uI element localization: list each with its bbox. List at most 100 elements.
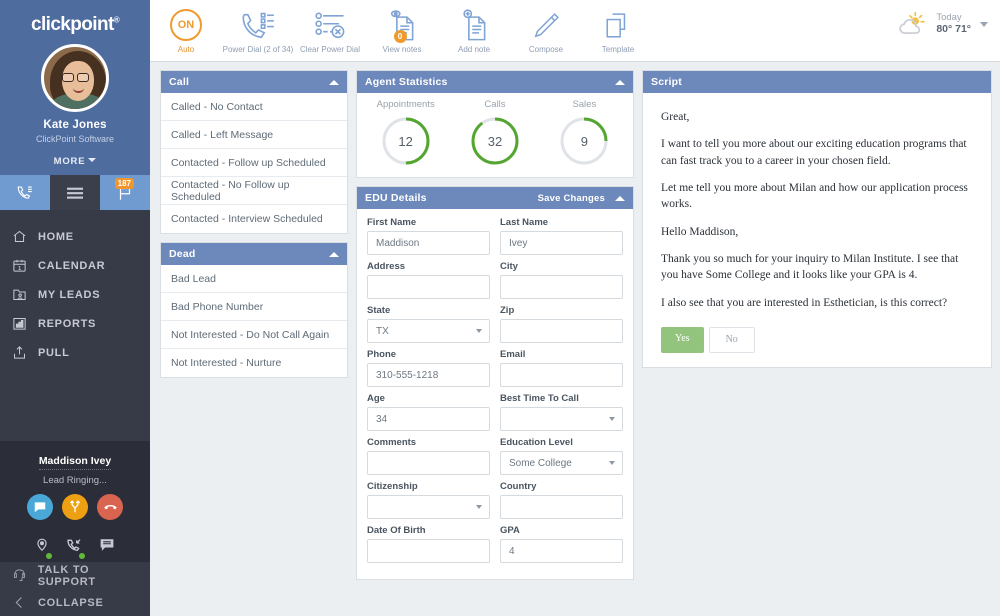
sidebar-bottom-nav: TALK TO SUPPORT COLLAPSE (0, 562, 150, 616)
select-citizenship[interactable] (367, 495, 490, 519)
sidebar-item-reports[interactable]: REPORTS (0, 309, 150, 338)
stat-label: Sales (572, 99, 597, 110)
input-date-of-birth[interactable] (367, 539, 490, 563)
agent-statistics-header: Agent Statistics (357, 71, 633, 93)
sidebar-item-collapse[interactable]: COLLAPSE (0, 589, 150, 616)
input-phone[interactable]: 310-555-1218 (367, 363, 490, 387)
sidebar-item-pull[interactable]: PULL (0, 338, 150, 367)
form-field: State TX (367, 305, 490, 343)
list-item[interactable]: Contacted - No Follow up Scheduled (161, 177, 347, 205)
transfer-icon (69, 500, 81, 513)
calendar-icon: 1 (12, 258, 38, 273)
incoming-call-icon (67, 538, 81, 551)
input-city[interactable] (500, 275, 623, 299)
input-address[interactable] (367, 275, 490, 299)
support-icon (12, 568, 38, 583)
sms-icon (34, 502, 46, 513)
gauge-appointments: 12 (380, 115, 432, 167)
list-item[interactable]: Bad Phone Number (161, 293, 347, 321)
edu-details-panel: EDU Details Save Changes First Name Maddi… (356, 186, 634, 580)
stat-label: Appointments (376, 99, 435, 110)
save-changes-button[interactable]: Save Changes (538, 193, 605, 204)
auto-dial-toggle[interactable]: ON Auto (150, 7, 222, 54)
chevron-down-icon[interactable] (980, 21, 988, 27)
template-button[interactable]: Template (582, 7, 654, 54)
chat-status[interactable] (99, 538, 115, 557)
user-name: Kate Jones (43, 119, 107, 131)
select-education-level[interactable]: Some College (500, 451, 623, 475)
input-email[interactable] (500, 363, 623, 387)
compose-button[interactable]: Compose (510, 7, 582, 54)
sidebar-item-my-leads[interactable]: MY LEADS (0, 280, 150, 309)
call-control-buttons (0, 494, 150, 520)
power-dial-button[interactable]: Power Dial (2 of 34) (222, 7, 294, 54)
list-item[interactable]: Called - Left Message (161, 121, 347, 149)
field-label: Email (500, 349, 526, 360)
select-state[interactable]: TX (367, 319, 490, 343)
list-item[interactable]: Bad Lead (161, 265, 347, 293)
field-label: Best Time To Call (500, 393, 579, 404)
sms-button[interactable] (27, 494, 53, 520)
sidebar-item-talk-to-support[interactable]: TALK TO SUPPORT (0, 562, 150, 589)
incoming-call-status[interactable] (66, 537, 85, 559)
toolbar-label-compose: Compose (528, 45, 564, 54)
dialer-tab[interactable] (0, 175, 50, 210)
sidebar-item-home[interactable]: HOME (0, 222, 150, 251)
add-note-button[interactable]: Add note (438, 7, 510, 54)
collapse-caret-icon[interactable] (329, 251, 339, 257)
no-button[interactable]: No (708, 326, 755, 354)
collapse-caret-icon[interactable] (615, 79, 625, 85)
yes-button[interactable]: Yes (661, 326, 704, 354)
script-body: Great, I want to tell you more about our… (643, 93, 991, 367)
more-toggle[interactable]: MORE (0, 156, 150, 167)
dead-panel-title: Dead (169, 248, 196, 260)
stat-appointments: Appointments 12 (361, 99, 450, 167)
field-label: Last Name (500, 217, 549, 228)
list-item[interactable]: Contacted - Follow up Scheduled (161, 149, 347, 177)
toolbar-label-add-note: Add note (457, 45, 491, 54)
input-gpa[interactable]: 4 (500, 539, 623, 563)
input-age[interactable]: 34 (367, 407, 490, 431)
input-zip[interactable] (500, 319, 623, 343)
collapse-caret-icon[interactable] (329, 79, 339, 85)
list-item[interactable]: Not Interested - Nurture (161, 349, 347, 377)
sidebar-label-home: HOME (38, 230, 74, 243)
script-paragraph: I also see that you are interested in Es… (661, 296, 948, 309)
field-label: GPA (500, 525, 520, 536)
weather-widget[interactable]: Today 80° 71° (896, 10, 988, 38)
view-notes-button[interactable]: 0 View notes (366, 7, 438, 54)
input-country[interactable] (500, 495, 623, 519)
avatar-wrap (0, 44, 150, 112)
select-best-time-to-call[interactable] (500, 407, 623, 431)
form-field: Citizenship (367, 481, 490, 519)
sidebar-label-support: TALK TO SUPPORT (37, 563, 96, 588)
list-item[interactable]: Not Interested - Do Not Call Again (161, 321, 347, 349)
list-item[interactable]: Called - No Contact (161, 93, 347, 121)
sidebar-item-calendar[interactable]: 1 CALENDAR (0, 251, 150, 280)
hangup-button[interactable] (97, 494, 123, 520)
sun-cloud-icon (899, 11, 926, 34)
input-last-name[interactable]: Ivey (500, 231, 623, 255)
list-item[interactable]: Contacted - Interview Scheduled (161, 205, 347, 233)
transfer-button[interactable] (62, 494, 88, 520)
menu-tab[interactable] (50, 175, 100, 210)
stat-calls: Calls 32 (450, 99, 539, 167)
more-label: MORE (53, 156, 86, 167)
clear-power-dial-button[interactable]: Clear Power Dial (294, 7, 366, 54)
collapse-caret-icon[interactable] (615, 195, 625, 201)
location-status[interactable] (35, 537, 52, 559)
stat-value: 32 (487, 133, 503, 149)
input-comments[interactable] (367, 451, 490, 475)
power-dial-icon (241, 7, 275, 41)
script-paragraph: Hello Maddison, (661, 225, 739, 238)
input-first-name[interactable]: Maddison (367, 231, 490, 255)
flag-count-badge: 187 (114, 178, 134, 189)
sidebar: clickpoint® Kate Jones ClickPoint Softwa… (0, 0, 150, 616)
form-row: Phone 310-555-1218 Email (367, 349, 623, 387)
field-label: Age (367, 393, 385, 404)
call-panel-title: Call (169, 76, 190, 88)
sidebar-label-my-leads: MY LEADS (38, 288, 101, 301)
flag-tab[interactable]: 187 (100, 175, 150, 210)
field-label: Comments (367, 437, 417, 448)
stat-value: 9 (580, 133, 588, 149)
